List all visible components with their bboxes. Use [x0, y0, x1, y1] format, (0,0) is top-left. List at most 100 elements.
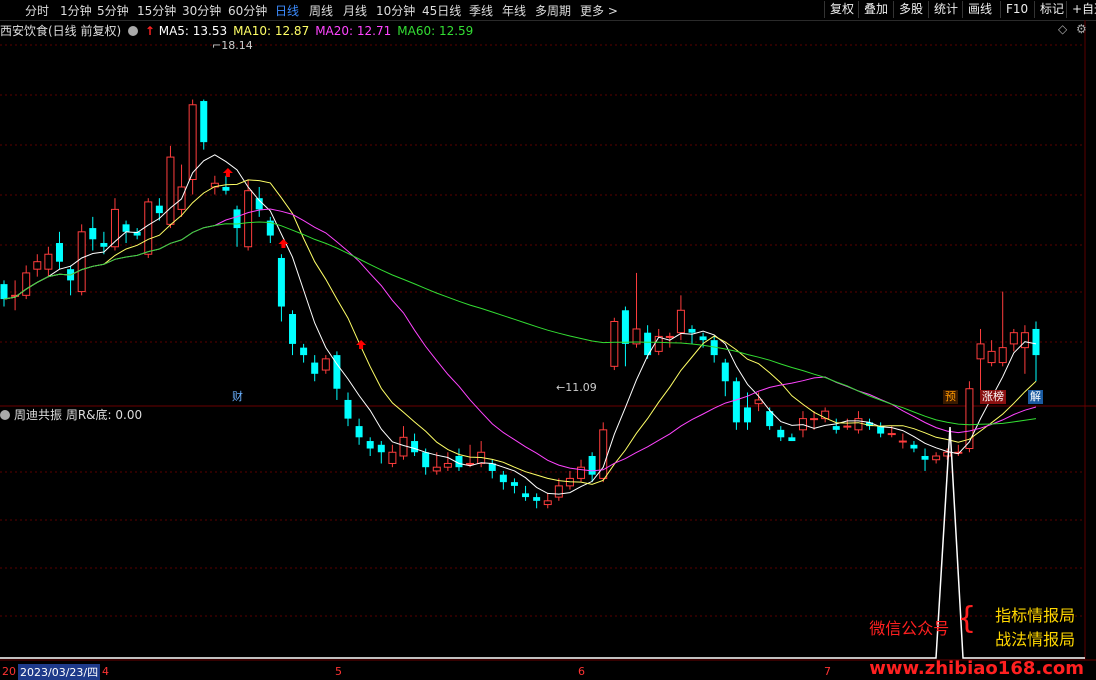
- candle-body-83: [921, 455, 929, 460]
- sub-panel-header: 周迪共振 周R&底: 0.00: [0, 406, 142, 423]
- dropdown-circle-icon[interactable]: [0, 410, 10, 420]
- candle-body-40: [443, 462, 452, 468]
- candle-body-42: [466, 462, 475, 465]
- ma-legend-item-0: MA5: 13.53: [158, 24, 228, 38]
- candle-68: [754, 392, 763, 412]
- candle-body-21: [233, 209, 241, 229]
- candle-46: [510, 478, 518, 494]
- candle-body-70: [777, 429, 785, 438]
- candle-body-45: [499, 474, 507, 483]
- badge-0[interactable]: 财: [230, 390, 245, 404]
- candle-21: [233, 205, 241, 247]
- watermark-left-text: 微信公众号: [869, 619, 950, 638]
- badge-2[interactable]: 涨榜: [980, 390, 1006, 404]
- candle-body-2: [22, 272, 31, 296]
- candle-body-18: [200, 101, 208, 143]
- chart-canvas: [0, 20, 1096, 661]
- candle-body-35: [388, 451, 397, 464]
- candle-body-92: [1020, 332, 1029, 349]
- candle-93: [1032, 321, 1040, 382]
- badge-3[interactable]: 解: [1028, 390, 1043, 404]
- candle-body-53: [588, 455, 596, 475]
- low-price-label: ←11.09: [556, 381, 597, 394]
- ma-line-10: [3, 179, 1037, 485]
- candle-78: [866, 418, 874, 430]
- high-price-label: ⌐18.14: [212, 39, 253, 52]
- candle-41: [455, 448, 463, 471]
- candle-body-67: [743, 407, 751, 423]
- candle-body-14: [155, 205, 163, 214]
- candle-body-62: [688, 328, 696, 333]
- candle-body-37: [411, 441, 419, 453]
- candle-70: [777, 426, 785, 442]
- stock-title: 西安饮食(日线 前复权): [0, 24, 122, 38]
- candle-30: [333, 351, 341, 400]
- candle-66: [732, 377, 740, 430]
- candle-body-22: [244, 190, 253, 248]
- candle-body-27: [300, 347, 308, 356]
- candle-64: [710, 336, 718, 363]
- x-axis-month-0: 4: [102, 665, 109, 678]
- candle-71: [788, 433, 796, 442]
- candle-19: [210, 175, 219, 195]
- candle-body-61: [676, 309, 685, 334]
- candle-body-49: [543, 500, 552, 506]
- candle-body-89: [987, 350, 996, 364]
- candle-34: [377, 441, 385, 464]
- candle-body-48: [533, 497, 541, 501]
- candle-body-60: [665, 335, 674, 338]
- ma-legend-item-3: MA60: 12.59: [397, 24, 474, 38]
- candle-15: [166, 145, 175, 229]
- candle-body-85: [943, 451, 952, 457]
- candle-23: [255, 186, 263, 217]
- candle-79: [877, 422, 885, 438]
- badge-1[interactable]: 预: [943, 390, 958, 404]
- candle-body-25: [277, 257, 285, 307]
- candle-2: [22, 265, 31, 300]
- candle-body-73: [810, 418, 819, 421]
- settings-gear-icon[interactable]: ⚙: [1076, 22, 1087, 36]
- candle-24: [266, 216, 274, 244]
- candle-48: [533, 493, 541, 509]
- candle-37: [411, 433, 419, 456]
- candle-12: [133, 228, 141, 240]
- candle-body-4: [44, 253, 53, 270]
- candle-42: [466, 444, 475, 468]
- watermark-right-bottom: 战法情报局: [995, 630, 1076, 649]
- candle-84: [932, 452, 941, 464]
- candle-9: [100, 231, 108, 255]
- candle-body-34: [377, 444, 385, 453]
- ma-line-60: [3, 221, 1037, 426]
- candle-body-47: [522, 493, 530, 498]
- candle-body-9: [100, 243, 108, 247]
- candle-body-11: [122, 224, 130, 232]
- diamond-icon[interactable]: ◇: [1058, 22, 1067, 36]
- candle-31: [344, 392, 352, 427]
- candle-29: [321, 355, 330, 374]
- x-axis-cursor-date: 2023/03/23/四: [18, 664, 101, 680]
- candle-body-46: [510, 482, 518, 486]
- candle-body-13: [144, 201, 153, 255]
- dropdown-circle-icon[interactable]: [128, 26, 139, 36]
- candle-body-63: [699, 336, 707, 341]
- candle-76: [843, 418, 852, 430]
- candle-10: [110, 198, 119, 251]
- candle-3: [33, 254, 42, 277]
- watermark-url: www.zhibiao168.com: [869, 658, 1084, 679]
- candle-body-88: [976, 343, 985, 360]
- candle-body-20: [222, 186, 230, 191]
- chart-grid: [0, 20, 1096, 661]
- candle-40: [443, 452, 452, 471]
- x-axis-year-fragment: 20: [2, 665, 16, 678]
- candle-90: [998, 291, 1007, 367]
- red-up-arrow-icon: ↑: [144, 24, 155, 38]
- candle-54: [599, 422, 608, 483]
- candle-67: [743, 392, 751, 430]
- buy-arrow-icon-2: [356, 340, 367, 349]
- ma-legend-item-2: MA20: 12.71: [315, 24, 392, 38]
- candle-body-81: [898, 440, 907, 443]
- candle-55: [610, 317, 619, 371]
- candle-16: [177, 164, 186, 217]
- candle-body-5: [55, 243, 63, 262]
- candle-75: [832, 418, 840, 434]
